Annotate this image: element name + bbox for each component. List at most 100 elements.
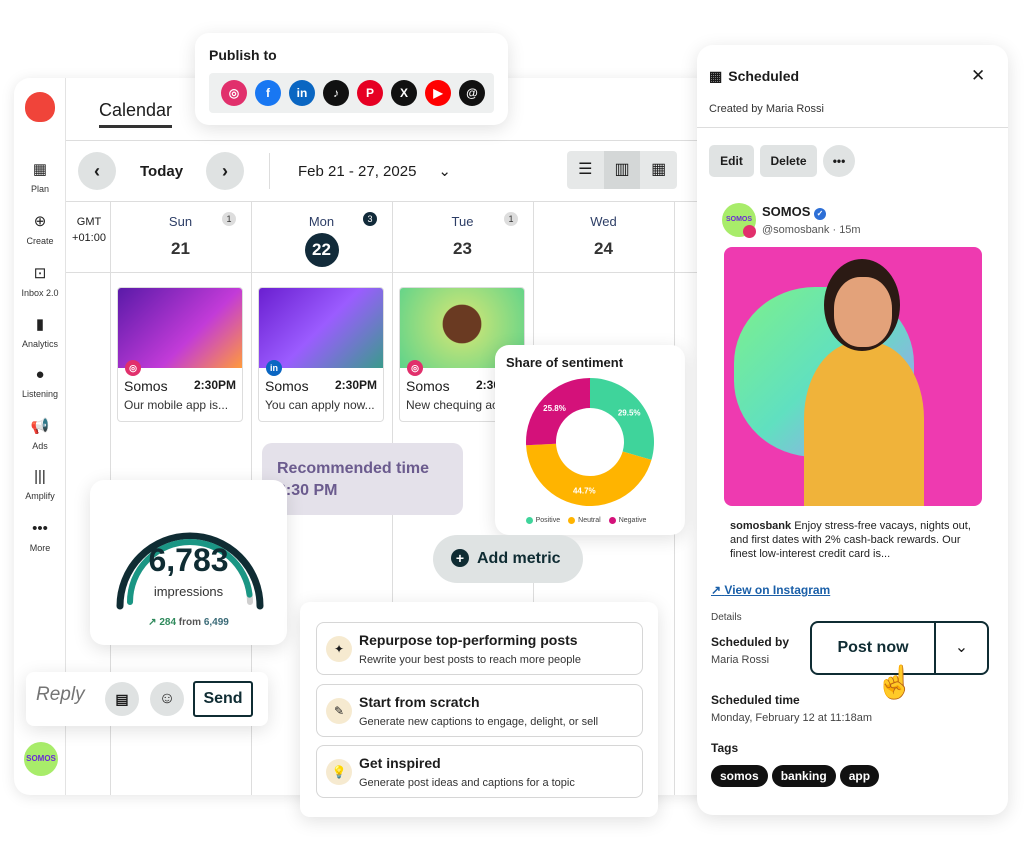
reply-input[interactable]: [36, 684, 106, 706]
tiktok-icon[interactable]: ♪: [323, 80, 349, 106]
chevron-down-icon[interactable]: ⌄: [936, 623, 987, 673]
slice-label: 44.7%: [573, 487, 596, 496]
close-icon[interactable]: ✕: [971, 66, 985, 86]
sidebar-item-more[interactable]: ••• More: [14, 520, 66, 553]
plus-circle-icon: ⊕: [33, 213, 47, 230]
chart-legend: Positive Neutral Negative: [495, 517, 685, 524]
facebook-icon[interactable]: f: [255, 80, 281, 106]
today-button[interactable]: Today: [140, 163, 183, 180]
lightbulb-icon: 💡: [326, 759, 352, 785]
nav-label: Listening: [21, 389, 59, 399]
recommended-label: Recommended time: [277, 460, 430, 477]
list-view-icon[interactable]: ☰: [567, 151, 604, 189]
impressions-label: impressions: [153, 584, 224, 599]
nav-label: Plan: [30, 184, 49, 194]
post-card[interactable]: ◎ Somos 2:30PM Our mobile app is...: [117, 287, 243, 422]
next-week-button[interactable]: ›: [206, 152, 244, 190]
sidebar-item-plan[interactable]: ▦ Plan: [14, 160, 66, 194]
avatar[interactable]: SOMOS: [24, 742, 58, 776]
delete-button[interactable]: Delete: [760, 145, 817, 177]
sidebar-item-amplify[interactable]: ||| Amplify: [14, 468, 66, 501]
publish-title: Publish to: [209, 47, 277, 63]
view-on-instagram-link[interactable]: ↗ View on Instagram: [711, 583, 830, 597]
tag[interactable]: app: [839, 765, 880, 787]
day-name: Wed: [590, 214, 617, 229]
post-card[interactable]: in Somos 2:30PM You can apply now...: [258, 287, 384, 422]
send-button[interactable]: Send: [193, 681, 253, 717]
scheduled-time-label: Scheduled time: [711, 693, 800, 707]
add-metric-button[interactable]: + Add metric: [433, 535, 583, 583]
trend-up-icon: ↗: [148, 617, 157, 628]
recommended-time[interactable]: Recommended time 2:30 PM: [262, 443, 463, 515]
date-range-select[interactable]: Feb 21 - 27, 2025 ⌄: [298, 162, 451, 180]
more-options-button[interactable]: •••: [823, 145, 855, 177]
post-caption: You can apply now...: [265, 398, 375, 412]
impressions-card: 6,783 impressions ↗ 284 from 6,499: [90, 480, 287, 645]
scheduled-by: Maria Rossi: [711, 654, 770, 666]
post-time: 2:30PM: [334, 378, 377, 392]
bar-chart-icon: ▮: [35, 316, 45, 333]
impressions-value: 6,783: [148, 542, 229, 578]
publish-to-card: Publish to ◎ f in ♪ P X ▶ @: [195, 33, 508, 125]
tag[interactable]: somos: [711, 765, 768, 787]
youtube-icon[interactable]: ▶: [425, 80, 451, 106]
suggestion-get-inspired[interactable]: 💡 Get inspired Generate post ideas and cap…: [316, 745, 643, 798]
day-date: 23: [453, 239, 472, 258]
sentiment-card: Share of sentiment 29.5% 44.7% 25.8% Posit…: [495, 345, 685, 535]
day-date: 24: [594, 239, 613, 258]
scheduled-time: Monday, February 12 at 11:18am: [711, 712, 873, 724]
nav-label: Analytics: [21, 339, 58, 349]
plus-circle-icon: +: [451, 549, 469, 567]
sidebar-item-listening[interactable]: ● Listening: [14, 366, 66, 399]
threads-icon[interactable]: @: [459, 80, 485, 106]
pinterest-icon[interactable]: P: [357, 80, 383, 106]
post-count-badge: 1: [504, 212, 518, 226]
chevron-down-icon: ⌄: [438, 163, 451, 180]
month-view-icon[interactable]: ▦: [640, 151, 677, 189]
sentiment-donut: 29.5% 44.7% 25.8%: [526, 378, 654, 506]
linkedin-icon[interactable]: in: [289, 80, 315, 106]
calendar-icon: ▦: [32, 161, 48, 178]
edit-button[interactable]: Edit: [709, 145, 754, 177]
suggestion-repurpose[interactable]: ✦ Repurpose top-performing posts Rewrite y…: [316, 622, 643, 675]
hand-cursor-icon: ☝: [875, 664, 915, 700]
linkedin-icon: in: [266, 360, 282, 376]
sidebar-item-create[interactable]: ⊕ Create: [14, 212, 66, 246]
hootsuite-owl-logo[interactable]: [25, 92, 55, 122]
saved-replies-icon[interactable]: ▤: [105, 682, 139, 716]
x-icon[interactable]: X: [391, 80, 417, 106]
more-icon: •••: [32, 520, 48, 537]
instagram-icon: [743, 225, 756, 238]
verified-icon: ✓: [814, 208, 827, 220]
prev-week-button[interactable]: ‹: [78, 152, 116, 190]
post-now-button[interactable]: Post now: [812, 623, 936, 673]
scheduled-by-label: Scheduled by: [711, 635, 790, 649]
emoji-icon[interactable]: ☺: [150, 682, 184, 716]
account-handle: @somosbank · 15m: [762, 224, 861, 236]
recommended-value: 2:30 PM: [277, 482, 338, 499]
sparkle-icon: ✦: [326, 636, 352, 662]
slice-label: 25.8%: [543, 404, 566, 413]
ai-suggestions-card: ✦ Repurpose top-performing posts Rewrite y…: [300, 602, 658, 817]
sidebar-item-inbox[interactable]: ⊡ Inbox 2.0: [14, 264, 66, 298]
post-count-badge: 1: [222, 212, 236, 226]
inbox-icon: ⊡: [33, 265, 47, 282]
tag[interactable]: banking: [771, 765, 836, 787]
post-caption: somosbank Enjoy stress-free vacays, nigh…: [730, 520, 971, 560]
impressions-delta: ↗ 284 from 6,499: [148, 617, 229, 628]
sidebar-item-ads[interactable]: 📢 Ads: [14, 417, 66, 451]
page-title[interactable]: Calendar: [99, 100, 173, 128]
day-header-wed[interactable]: Wed 24: [533, 208, 674, 259]
suggestion-start-from-scratch[interactable]: ✎ Start from scratch Generate new captions…: [316, 684, 643, 737]
reply-bar: ▤ ☺ Send: [26, 672, 268, 726]
tag-list: somos banking app: [711, 765, 883, 787]
slice-label: 29.5%: [618, 409, 641, 418]
nav-label: More: [29, 543, 51, 553]
nav-label: Amplify: [25, 491, 55, 501]
sidebar-item-analytics[interactable]: ▮ Analytics: [14, 315, 66, 349]
week-view-icon[interactable]: ▥: [603, 151, 641, 189]
slice-positive: [590, 378, 654, 460]
instagram-icon[interactable]: ◎: [221, 80, 247, 106]
pencil-icon: ✎: [326, 698, 352, 724]
nav-label: Create: [26, 236, 54, 246]
